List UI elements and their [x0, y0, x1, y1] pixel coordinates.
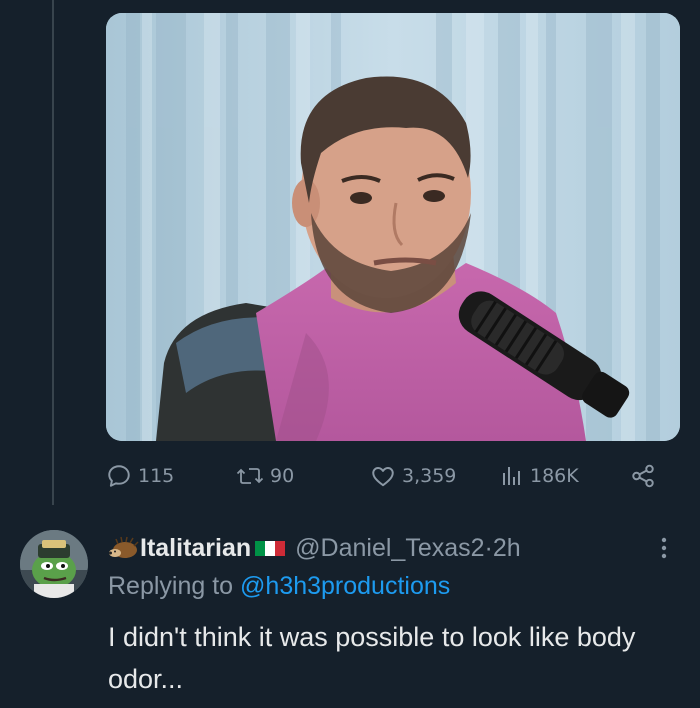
- tweet-action-bar: 115 90 3,359 186K: [106, 458, 666, 494]
- share-nodes-icon: [632, 464, 654, 488]
- replying-to-label: Replying to: [108, 572, 234, 600]
- tweet-media-image[interactable]: [106, 13, 680, 441]
- share-action[interactable]: [630, 458, 656, 494]
- pepe-avatar-illustration: [20, 530, 88, 598]
- views-action[interactable]: 186K: [500, 458, 579, 494]
- comment-bubble-icon: [108, 465, 130, 487]
- repost-action[interactable]: 90: [236, 458, 294, 494]
- replying-to-line: Replying to @h3h3productions: [108, 572, 450, 601]
- user-handle[interactable]: @Daniel_Texas2: [295, 534, 484, 563]
- display-name[interactable]: Italitarian: [140, 534, 251, 563]
- photo-illustration: [106, 13, 680, 441]
- heart-icon: [372, 467, 394, 487]
- italy-flag-icon: [255, 541, 286, 556]
- repost-count: 90: [270, 465, 295, 487]
- like-action[interactable]: 3,359: [370, 458, 456, 494]
- like-count: 3,359: [402, 465, 457, 487]
- reply-text: I didn't think it was possible to look l…: [108, 622, 636, 694]
- timestamp[interactable]: 2h: [493, 534, 521, 563]
- bar-chart-icon: [503, 467, 520, 485]
- reply-header: Italitarian @Daniel_Texas2 · 2h: [108, 530, 521, 566]
- reply-action[interactable]: 115: [106, 458, 174, 494]
- thread-connector-line: [52, 0, 54, 505]
- hedgehog-emoji-icon: [109, 536, 139, 558]
- reply-count: 115: [138, 465, 175, 487]
- separator-dot: ·: [484, 533, 493, 562]
- avatar[interactable]: [20, 530, 88, 598]
- reply-tweet[interactable]: Italitarian @Daniel_Texas2 · 2h Replying…: [0, 522, 700, 708]
- repost-arrows-icon: [236, 468, 264, 484]
- replying-to-handle-link[interactable]: @h3h3productions: [240, 572, 450, 600]
- vertical-dots-icon[interactable]: [654, 534, 674, 562]
- view-count: 186K: [530, 465, 579, 487]
